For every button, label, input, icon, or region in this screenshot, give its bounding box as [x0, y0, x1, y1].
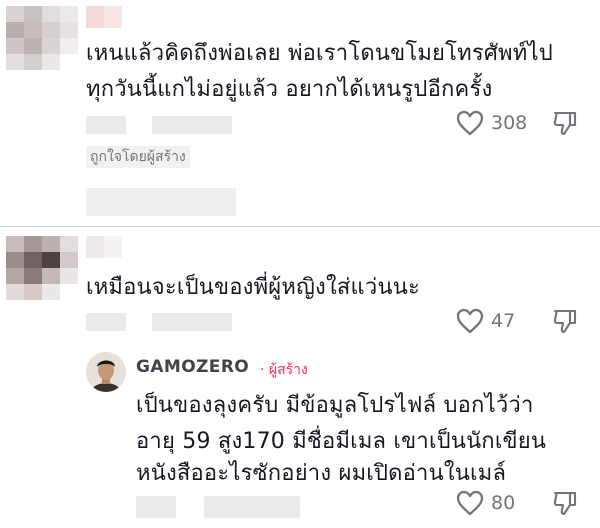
like-count: 47: [491, 310, 516, 332]
avatar-blurred[interactable]: [6, 236, 78, 300]
username-blurred[interactable]: [86, 236, 122, 258]
avatar-blurred[interactable]: [6, 6, 78, 70]
heart-outline-icon: [456, 308, 484, 334]
view-replies-blurred[interactable]: [86, 188, 236, 216]
thumbs-down-outline-icon: [553, 309, 577, 334]
heart-outline-icon: [456, 490, 484, 516]
like-button[interactable]: 47: [456, 308, 515, 334]
comment-text-line: เหมือนจะเป็นของพี่ผู้หญิงใส่แว่นนะ: [86, 275, 420, 300]
like-count: 308: [491, 112, 528, 134]
username-blurred[interactable]: [86, 6, 122, 28]
like-count: 80: [491, 492, 516, 514]
liked-by-creator-badge: ถูกใจโดยผู้สร้าง: [86, 146, 190, 168]
reply-text-line: อายุ 59 สูง170 มีชื่อมีเมล เขาเป็นนักเขี…: [136, 429, 547, 454]
dislike-button[interactable]: [552, 110, 578, 140]
timestamp-blurred: [86, 116, 126, 134]
timestamp-blurred: [86, 313, 126, 331]
avatar-image: [86, 352, 126, 392]
reply-text-line: เป็นของลุงครับ มีข้อมูลโปรไฟล์ บอกไว้ว่า: [136, 393, 534, 418]
divider: [0, 226, 600, 227]
comment-text-line: ทุกวันนี้แกไม่อยู่แล้ว อยากได้เหนรูปอีกค…: [86, 77, 493, 102]
thumbs-down-outline-icon: [553, 111, 577, 136]
thumbs-down-outline-icon: [553, 491, 577, 516]
like-button[interactable]: 80: [456, 490, 515, 516]
creator-avatar[interactable]: [86, 352, 126, 392]
like-button[interactable]: 308: [456, 110, 527, 136]
creator-badge: · ผู้สร้าง: [260, 362, 308, 378]
heart-outline-icon: [456, 110, 484, 136]
reply-link-blurred[interactable]: [204, 496, 300, 518]
reply-link-blurred[interactable]: [152, 313, 232, 331]
reply-text-line: หนังสืออะไรซักอย่าง ผมเปิดอ่านในเมล์: [136, 461, 507, 486]
reply-link-blurred[interactable]: [152, 116, 232, 134]
dislike-button[interactable]: [552, 308, 578, 338]
reply-username[interactable]: GAMOZERO: [136, 357, 249, 377]
timestamp-blurred: [136, 496, 176, 518]
comment-text-line: เหนแล้วคิดถึงพ่อเลย พ่อเราโดนขโมยโทรศัพท…: [86, 41, 553, 66]
dislike-button[interactable]: [552, 490, 578, 520]
